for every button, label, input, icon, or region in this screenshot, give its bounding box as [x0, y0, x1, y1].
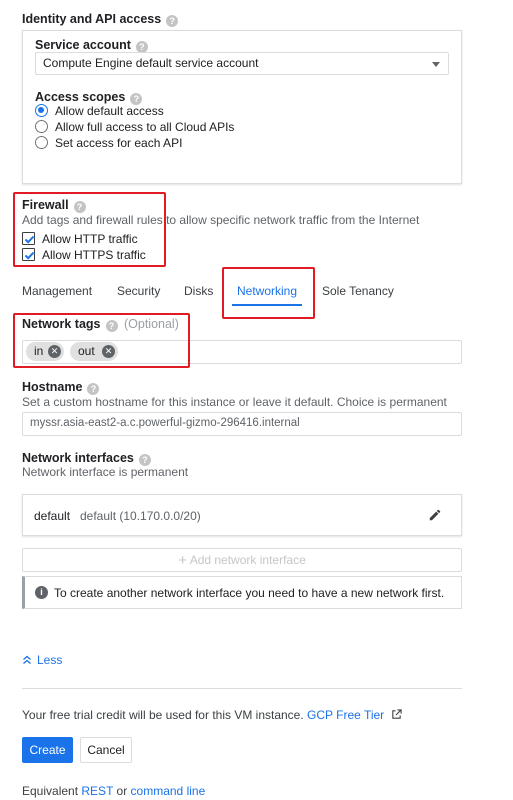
- radio-each-api-label: Set access for each API: [55, 136, 183, 150]
- radio-full-access-label: Allow full access to all Cloud APIs: [55, 120, 235, 134]
- credit-notice: Your free trial credit will be used for …: [22, 708, 402, 722]
- help-icon[interactable]: ?: [166, 15, 179, 27]
- firewall-title: Firewall?: [22, 198, 86, 213]
- network-tags-label: Network tags? (Optional): [22, 317, 179, 332]
- tag-chip-in: in ✕: [26, 342, 64, 361]
- rest-link[interactable]: REST: [81, 784, 113, 798]
- hostname-description: Set a custom hostname for this instance …: [22, 395, 447, 409]
- identity-section-title: Identity and API access?: [22, 12, 179, 27]
- network-interfaces-description: Network interface is permanent: [22, 465, 189, 479]
- tab-networking[interactable]: Networking: [237, 284, 297, 298]
- radio-default-access[interactable]: [35, 104, 48, 117]
- help-icon[interactable]: ?: [87, 383, 100, 395]
- interface-name: default: [34, 509, 71, 523]
- http-checkbox[interactable]: [22, 232, 35, 245]
- tab-sole-tenancy[interactable]: Sole Tenancy: [322, 284, 394, 298]
- gcp-free-tier-link[interactable]: GCP Free Tier: [307, 708, 384, 722]
- service-account-select[interactable]: Compute Engine default service account: [35, 52, 449, 75]
- less-label: Less: [37, 653, 63, 667]
- chevron-up-icon: [23, 655, 31, 664]
- service-account-value: Compute Engine default service account: [43, 56, 259, 70]
- remove-tag-icon[interactable]: ✕: [48, 345, 61, 358]
- command-line-link[interactable]: command line: [131, 784, 206, 798]
- hostname-input[interactable]: myssr.asia-east2-a.c.powerful-gizmo-2964…: [22, 412, 462, 436]
- tag-chip-in-label: in: [34, 344, 44, 358]
- http-checkbox-label: Allow HTTP traffic: [42, 232, 138, 246]
- network-interfaces-label-text: Network interfaces: [22, 451, 134, 465]
- network-interfaces-label: Network interfaces?: [22, 451, 151, 466]
- tab-management[interactable]: Management: [22, 284, 92, 298]
- checkmark-icon: [24, 235, 35, 244]
- equivalent-text: Equivalent: [22, 784, 79, 798]
- access-scopes-label-text: Access scopes: [35, 90, 126, 104]
- credit-text: Your free trial credit will be used for …: [22, 708, 304, 722]
- external-link-icon[interactable]: [391, 709, 402, 720]
- radio-default-access-label: Allow default access: [55, 104, 164, 118]
- interface-detail: default (10.170.0.0/20): [80, 509, 201, 523]
- remove-tag-icon[interactable]: ✕: [102, 345, 115, 358]
- firewall-title-text: Firewall: [22, 198, 69, 212]
- info-banner: i To create another network interface yo…: [22, 576, 462, 609]
- cancel-button[interactable]: Cancel: [80, 737, 132, 763]
- info-icon: i: [35, 586, 48, 599]
- optional-hint: (Optional): [123, 317, 179, 331]
- checkmark-icon: [24, 251, 35, 260]
- hostname-value: myssr.asia-east2-a.c.powerful-gizmo-2964…: [30, 417, 300, 429]
- tag-chip-out-label: out: [78, 344, 95, 358]
- service-account-label-text: Service account: [35, 38, 131, 52]
- help-icon[interactable]: ?: [105, 320, 118, 332]
- plus-icon: +: [178, 552, 188, 569]
- identity-title-text: Identity and API access: [22, 12, 162, 26]
- service-account-label: Service account?: [35, 38, 148, 53]
- https-checkbox[interactable]: [22, 248, 35, 261]
- help-icon[interactable]: ?: [73, 201, 86, 213]
- edit-pencil-icon[interactable]: [428, 508, 442, 522]
- tab-security[interactable]: Security: [117, 284, 160, 298]
- radio-full-access[interactable]: [35, 120, 48, 133]
- less-toggle[interactable]: Less: [22, 653, 62, 667]
- active-tab-underline: [232, 304, 302, 306]
- radio-each-api[interactable]: [35, 136, 48, 149]
- equivalent-line: Equivalent REST or command line: [22, 784, 205, 798]
- https-checkbox-label: Allow HTTPS traffic: [42, 248, 146, 262]
- firewall-description: Add tags and firewall rules to allow spe…: [22, 213, 420, 227]
- info-text: To create another network interface you …: [54, 586, 445, 600]
- hostname-label-text: Hostname: [22, 380, 83, 394]
- tag-chip-out: out ✕: [70, 342, 118, 361]
- create-button[interactable]: Create: [22, 737, 73, 763]
- network-interface-card[interactable]: default default (10.170.0.0/20): [22, 494, 462, 536]
- network-tags-label-text: Network tags: [22, 317, 101, 331]
- access-scopes-label: Access scopes?: [35, 90, 143, 105]
- add-network-interface-label: Add network interface: [189, 553, 306, 567]
- hostname-label: Hostname?: [22, 380, 100, 395]
- divider: [22, 688, 462, 689]
- add-network-interface-button[interactable]: + Add network interface: [22, 548, 462, 572]
- dropdown-caret-icon: [432, 62, 440, 67]
- or-text: or: [116, 784, 128, 798]
- tab-disks[interactable]: Disks: [184, 284, 213, 298]
